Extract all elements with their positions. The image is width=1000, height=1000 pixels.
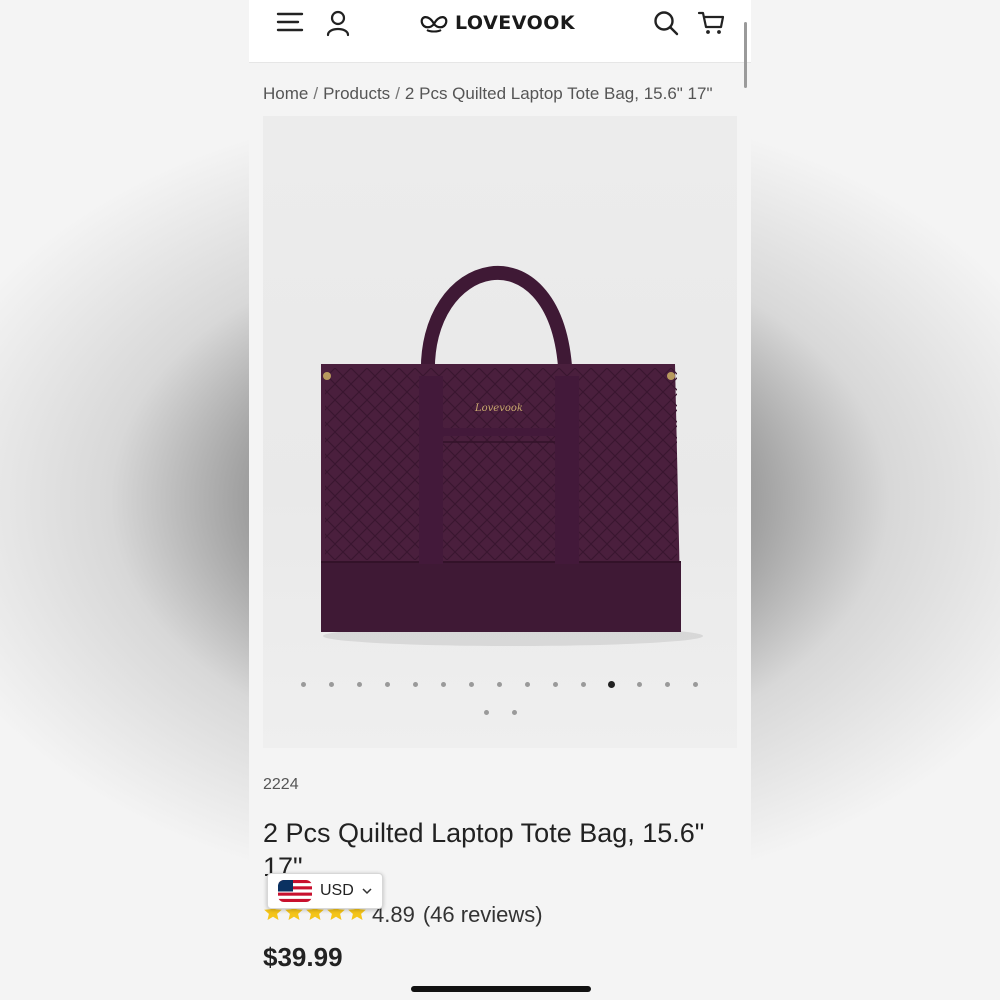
gallery-dot[interactable] bbox=[412, 681, 418, 687]
account-icon[interactable] bbox=[323, 8, 353, 38]
review-count[interactable]: (46 reviews) bbox=[423, 902, 543, 928]
us-flag-icon bbox=[278, 880, 312, 902]
cart-icon[interactable] bbox=[697, 8, 727, 38]
gallery-dot[interactable] bbox=[580, 681, 586, 687]
gallery-dot[interactable] bbox=[384, 681, 390, 687]
breadcrumb-current: 2 Pcs Quilted Laptop Tote Bag, 15.6" 17" bbox=[404, 84, 713, 103]
brand-name: LOVEVOOK bbox=[455, 12, 576, 34]
breadcrumb-separator: / bbox=[313, 84, 319, 103]
gallery-dot[interactable] bbox=[300, 681, 306, 687]
gallery-dot[interactable] bbox=[328, 681, 334, 687]
currency-selector[interactable]: USD bbox=[267, 873, 383, 909]
gallery-dot[interactable] bbox=[664, 681, 670, 687]
product-price: $39.99 bbox=[263, 942, 343, 972]
chevron-down-icon bbox=[362, 888, 372, 895]
menu-icon[interactable] bbox=[276, 8, 306, 38]
product-image[interactable]: Lovevook bbox=[303, 216, 703, 646]
page-scrollbar[interactable] bbox=[744, 22, 747, 88]
gallery-dot[interactable] bbox=[524, 681, 530, 687]
breadcrumb-products[interactable]: Products bbox=[323, 84, 390, 103]
gallery-dot[interactable] bbox=[356, 681, 362, 687]
lovevook-logo-icon bbox=[420, 16, 448, 33]
gallery-dot[interactable] bbox=[440, 681, 446, 687]
breadcrumb-separator: / bbox=[395, 84, 400, 103]
search-icon[interactable] bbox=[651, 8, 681, 38]
site-header: LOVEVOOK bbox=[249, 0, 751, 63]
svg-text:Lovevook: Lovevook bbox=[474, 403, 523, 414]
product-sku: 2224 bbox=[263, 776, 299, 793]
gallery-dot-active[interactable] bbox=[607, 680, 615, 688]
gallery-dot[interactable] bbox=[636, 681, 642, 687]
gallery-dot[interactable] bbox=[511, 709, 517, 715]
phone-screen: LOVEVOOK Home / Products/2 Pcs Quilted Lap… bbox=[249, 0, 751, 1000]
currency-code: USD bbox=[320, 882, 354, 899]
home-indicator[interactable] bbox=[411, 986, 591, 992]
breadcrumb-home[interactable]: Home bbox=[263, 84, 308, 103]
gallery-dot[interactable] bbox=[468, 681, 474, 687]
gallery-dot[interactable] bbox=[496, 681, 502, 687]
brand-logo[interactable]: LOVEVOOK bbox=[419, 8, 575, 38]
gallery-dot[interactable] bbox=[692, 681, 698, 687]
gallery-dot[interactable] bbox=[552, 681, 558, 687]
product-gallery[interactable]: Lovevook bbox=[263, 116, 737, 748]
breadcrumb: Home / Products/2 Pcs Quilted Laptop Tote … bbox=[263, 84, 713, 104]
gallery-dot[interactable] bbox=[483, 709, 489, 715]
